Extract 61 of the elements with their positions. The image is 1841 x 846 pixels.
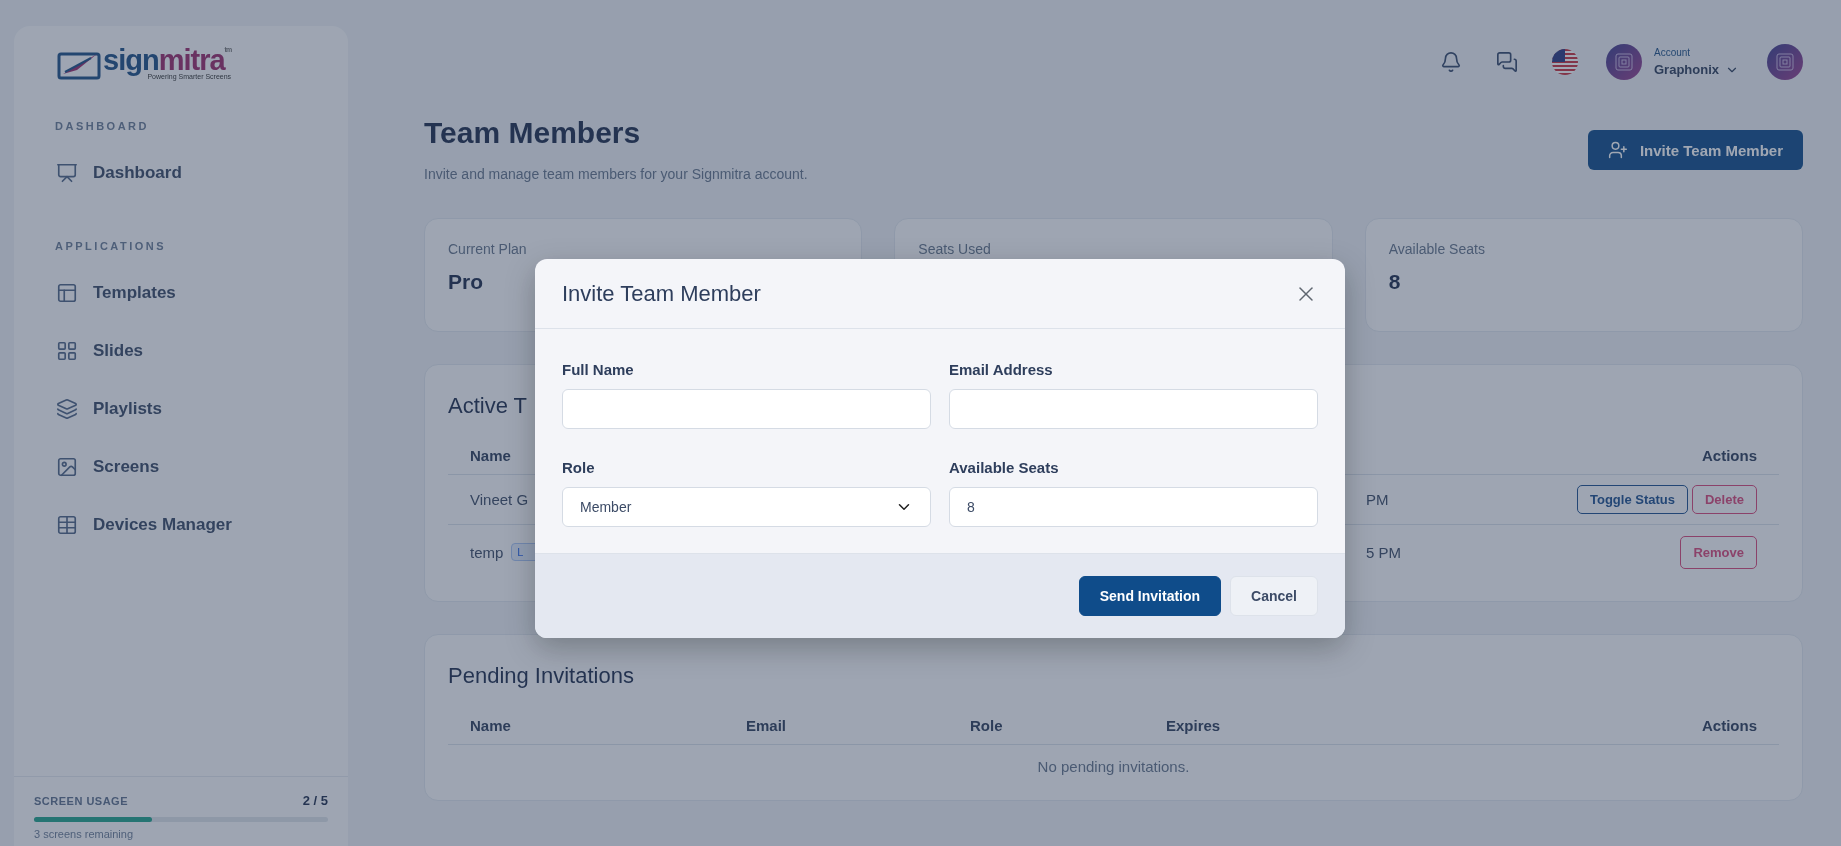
input-field[interactable]: 8: [949, 487, 1318, 527]
column-header: Role: [970, 717, 1004, 734]
section-heading: DASHBOARD: [55, 120, 150, 132]
column-header: Actions: [1702, 717, 1757, 734]
page-title: Team Members: [424, 116, 642, 150]
field-label: Available Seats: [949, 459, 1060, 476]
nav-item[interactable]: Devices Manager: [40, 500, 334, 550]
invite-button[interactable]: Invite Team Member: [1587, 130, 1803, 170]
page-subtitle: Invite and manage team members for your Signmitra account.: [424, 166, 808, 182]
dialog-title: Invite Team Member: [562, 280, 761, 307]
card-title: Active T: [448, 393, 528, 419]
nav-icon: [56, 398, 78, 420]
nav-item[interactable]: Slides: [40, 326, 334, 376]
flag-icon[interactable]: [1552, 49, 1578, 75]
column-header: Email: [746, 717, 788, 734]
nav-icon: [56, 162, 78, 184]
input-field[interactable]: [949, 389, 1318, 429]
account-label: Account: [1654, 47, 1692, 58]
field-label: Full Name: [562, 361, 635, 378]
stat-label: Available Seats: [1388, 241, 1486, 257]
section-heading: APPLICATIONS: [55, 240, 168, 252]
column-header: Name: [470, 717, 512, 734]
bell-icon[interactable]: [1440, 51, 1462, 73]
stat-value: 8: [1388, 270, 1401, 295]
user-plus-icon: [1607, 140, 1628, 160]
nav-item[interactable]: Screens: [40, 442, 334, 492]
nav-item[interactable]: Playlists: [40, 384, 334, 434]
column-header: Expires: [1166, 717, 1222, 734]
usage-count: 2 / 5: [302, 793, 328, 808]
stat-label: Current Plan: [448, 241, 528, 257]
nav-icon: [56, 282, 78, 304]
nav-icon: [56, 456, 78, 478]
empty-message: No pending invitations.: [1036, 757, 1191, 777]
avatar-icon[interactable]: [1606, 44, 1642, 80]
date-cell: PM: [1366, 491, 1389, 508]
name-cell: Vineet G: [470, 491, 529, 508]
name-cell: temp: [470, 543, 504, 561]
stat-value: Pro: [448, 270, 483, 295]
field-label: Email Address: [949, 361, 1054, 378]
nav-icon: [56, 340, 78, 362]
usage-note: 3 screens remaining: [34, 828, 135, 840]
account-menu[interactable]: Graphonix: [1654, 62, 1739, 77]
nav-item[interactable]: Dashboard: [40, 148, 334, 198]
column-header: Name: [470, 447, 512, 464]
action-button[interactable]: Remove: [1680, 535, 1757, 569]
action-button[interactable]: Delete: [1691, 485, 1757, 514]
usage-label: SCREEN USAGE: [34, 794, 129, 807]
cancel-button[interactable]: Cancel: [1230, 576, 1318, 616]
date-cell: 5 PM: [1366, 543, 1401, 561]
column-header: Actions: [1702, 447, 1757, 464]
chat-icon[interactable]: [1496, 51, 1518, 73]
card-title: Pending Invitations: [448, 663, 634, 689]
role-select[interactable]: Member: [562, 487, 931, 527]
input-field[interactable]: [562, 389, 931, 429]
field-label: Role: [562, 459, 596, 476]
nav-item[interactable]: Templates: [40, 268, 334, 318]
avatar-icon[interactable]: [1767, 44, 1803, 80]
nav-icon: [56, 514, 78, 536]
stat-label: Seats Used: [918, 241, 992, 257]
send-button[interactable]: Send Invitation: [1078, 576, 1222, 616]
action-button[interactable]: Toggle Status: [1577, 485, 1688, 514]
